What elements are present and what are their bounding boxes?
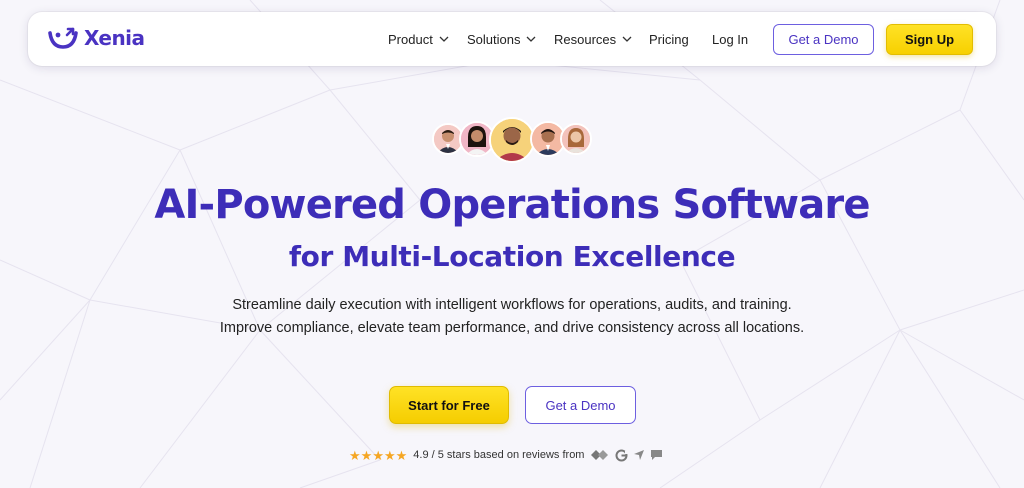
chevron-down-icon	[622, 36, 632, 42]
nav-resources-label: Resources	[554, 32, 617, 47]
get-demo-hero-button[interactable]: Get a Demo	[525, 386, 636, 424]
hero-subtitle: for Multi-Location Excellence	[288, 240, 736, 273]
nav-login[interactable]: Log In	[712, 32, 748, 47]
get-demo-button[interactable]: Get a Demo	[773, 24, 874, 55]
hero-title: AI-Powered Operations Software	[154, 182, 870, 228]
hero-description: Streamline daily execution with intellig…	[219, 297, 805, 336]
capterra-icon	[591, 450, 609, 460]
nav-pricing[interactable]: Pricing	[649, 32, 689, 47]
chevron-down-icon	[527, 36, 536, 42]
review-source-icons	[590, 449, 668, 462]
rating-row: ★ ★ ★ ★ ★ 4.9 / 5 stars based on reviews…	[349, 447, 668, 463]
rating-text: 4.9 / 5 stars based on reviews from	[413, 449, 585, 461]
star-icon: ★	[383, 447, 396, 463]
sign-up-button[interactable]: Sign Up	[886, 24, 973, 55]
start-for-free-button[interactable]: Start for Free	[389, 386, 509, 424]
getapp-icon	[634, 450, 645, 460]
person-icon	[562, 125, 590, 153]
star-icon: ★	[349, 447, 361, 463]
chevron-down-icon	[439, 36, 449, 42]
star-icon: ★	[372, 447, 384, 463]
nav-solutions[interactable]: Solutions	[467, 32, 536, 47]
star-rating: ★ ★ ★ ★ ★	[349, 449, 407, 462]
software-advice-icon	[651, 450, 663, 460]
avatar	[489, 117, 535, 163]
person-icon	[434, 125, 462, 153]
logo-text: Xenia	[84, 26, 145, 50]
star-icon: ★	[360, 447, 373, 463]
star-icon: ★	[395, 447, 408, 463]
nav-login-label: Log In	[712, 32, 749, 47]
xenia-logo[interactable]: Xenia	[46, 25, 145, 51]
person-icon	[491, 119, 533, 161]
nav-product-label: Product	[388, 32, 433, 47]
top-navbar: Xenia Product Solutions Resources Pricin…	[28, 12, 996, 66]
nav-pricing-label: Pricing	[649, 32, 689, 47]
nav-product[interactable]: Product	[388, 32, 449, 47]
nav-resources[interactable]: Resources	[554, 32, 632, 47]
avatar	[560, 123, 592, 155]
logo-icon	[48, 27, 78, 49]
nav-solutions-label: Solutions	[467, 32, 521, 47]
g2-icon	[615, 449, 629, 461]
